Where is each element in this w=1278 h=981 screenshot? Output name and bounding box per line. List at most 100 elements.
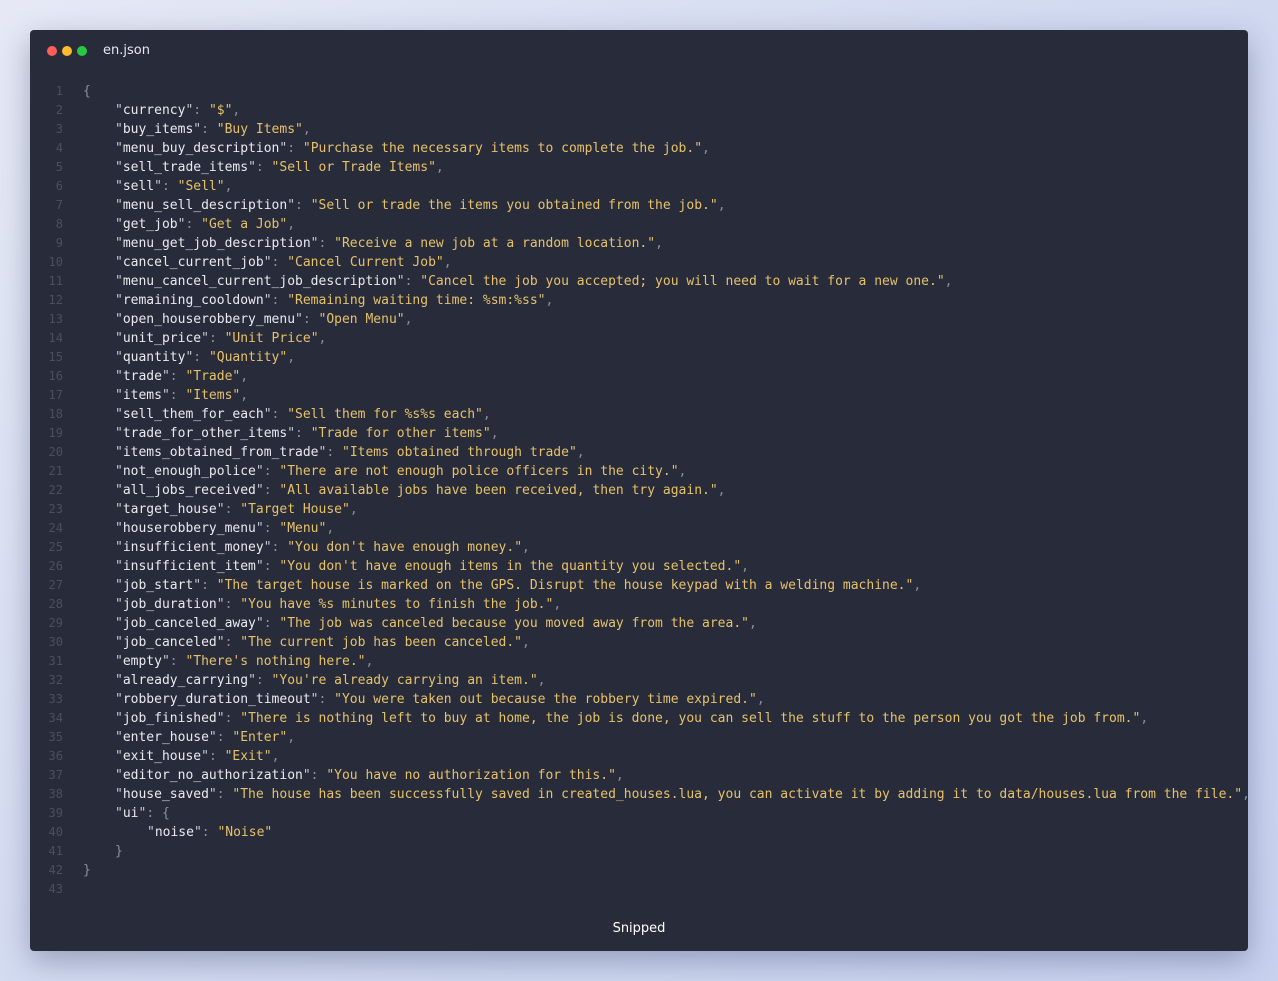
- minimize-window-button[interactable]: [62, 46, 72, 56]
- close-window-button[interactable]: [47, 46, 57, 56]
- line-content: "menu_sell_description": "Sell or trade …: [83, 196, 726, 215]
- line-number: 21: [48, 464, 63, 478]
- quote: ": [147, 825, 155, 840]
- code-line: 28 "job_duration": "You have %s minutes t…: [30, 595, 1248, 614]
- quote: ": [161, 388, 170, 403]
- code-line: 34 "job_finished": "There is nothing left…: [30, 709, 1248, 728]
- json-value: Sell or Trade Items: [279, 160, 429, 175]
- code-line: 22 "all_jobs_received": "All available jo…: [30, 481, 1248, 500]
- colon: :: [169, 654, 186, 669]
- comma: ,: [287, 350, 296, 365]
- quote: ": [193, 122, 202, 137]
- json-value: You have no authorization for this.: [334, 768, 609, 783]
- quote: ": [115, 255, 123, 270]
- json-value: Cancel Current Job: [295, 255, 436, 270]
- colon: :: [271, 540, 288, 555]
- json-value: Get a Job: [208, 217, 280, 232]
- code-line: 24 "houserobbery_menu": "Menu",: [30, 519, 1248, 538]
- line-number: 18: [48, 407, 63, 421]
- colon: :: [318, 692, 335, 707]
- json-value: You don't have enough money.: [295, 540, 515, 555]
- line-number: 27: [48, 578, 63, 592]
- colon: :: [193, 350, 209, 365]
- json-value: You have %s minutes to finish the job.: [248, 597, 546, 612]
- json-key: currency: [122, 103, 186, 118]
- quote: ": [936, 274, 945, 289]
- line-content: "items": "Items",: [83, 386, 248, 405]
- json-value: Menu: [287, 521, 319, 536]
- colon: :: [201, 122, 217, 137]
- line-number: 12: [48, 293, 63, 307]
- line-number: 30: [48, 635, 63, 649]
- line-content: "menu_get_job_description": "Receive a n…: [83, 234, 663, 253]
- quote: ": [115, 616, 123, 631]
- line-content: "empty": "There's nothing here.",: [83, 652, 373, 671]
- colon: :: [404, 274, 421, 289]
- code-area: 1{2 "currency": "$", 3 "buy_items": "Buy It…: [30, 82, 1248, 899]
- quote: ": [115, 635, 123, 650]
- line-number: 7: [55, 198, 63, 212]
- quote: ": [748, 692, 757, 707]
- quote: ": [310, 426, 319, 441]
- colon: :: [224, 711, 241, 726]
- json-value: Receive a new job at a random location.: [341, 236, 648, 251]
- quote: ": [326, 768, 335, 783]
- quote: ": [115, 464, 123, 479]
- colon: :: [326, 445, 342, 460]
- quote: ": [248, 673, 256, 688]
- colon: :: [310, 768, 327, 783]
- comma: ,: [302, 122, 311, 137]
- json-value: Trade: [193, 369, 233, 384]
- json-value: There's nothing here.: [193, 654, 358, 669]
- json-key: already_carrying: [122, 673, 249, 688]
- quote: ": [264, 825, 273, 840]
- line-number: 35: [48, 730, 63, 744]
- code-line: 19 "trade_for_other_items": "Trade for ot…: [30, 424, 1248, 443]
- line-content: "insufficient_item": "You don't have eno…: [83, 557, 749, 576]
- quote: ": [396, 312, 405, 327]
- code-line: 23 "target_house": "Target House",: [30, 500, 1248, 519]
- json-key: get_job: [122, 217, 178, 232]
- line-content: "job_canceled": "The current job has bee…: [83, 633, 530, 652]
- code-line: 6 "sell": "Sell",: [30, 177, 1248, 196]
- colon: :: [318, 236, 335, 251]
- quote: ": [115, 141, 123, 156]
- json-value: Items: [193, 388, 233, 403]
- line-content: "quantity": "Quantity",: [83, 348, 295, 367]
- quote: ": [310, 331, 319, 346]
- line-number: 26: [48, 559, 63, 573]
- comma: ,: [224, 179, 233, 194]
- json-key: trade: [122, 369, 162, 384]
- colon: :: [216, 787, 233, 802]
- colon: :: [263, 559, 280, 574]
- line-number: 42: [48, 863, 63, 877]
- json-value: Target House: [248, 502, 342, 517]
- maximize-window-button[interactable]: [77, 46, 87, 56]
- comma: ,: [522, 540, 530, 555]
- colon: :: [255, 160, 272, 175]
- quote: ": [302, 141, 311, 156]
- json-key: not_enough_police: [122, 464, 256, 479]
- colon: :: [169, 388, 186, 403]
- quote: ": [670, 464, 679, 479]
- json-key: menu_cancel_current_job_description: [122, 274, 397, 289]
- quote: ": [216, 635, 225, 650]
- json-value: You were taken out because the robbery t…: [341, 692, 749, 707]
- quote: ": [263, 293, 272, 308]
- json-value: Purchase the necessary items to complete…: [310, 141, 695, 156]
- comma: ,: [404, 312, 413, 327]
- quote: ": [216, 179, 225, 194]
- json-key: noise: [154, 825, 194, 840]
- comma: ,: [443, 255, 452, 270]
- code-line: 26 "insufficient_item": "You don't have e…: [30, 557, 1248, 576]
- quote: ": [201, 749, 209, 764]
- line-content: "remaining_cooldown": "Remaining waiting…: [83, 291, 553, 310]
- json-key: job_finished: [122, 711, 217, 726]
- colon: :: [208, 749, 225, 764]
- json-key: trade_for_other_items: [122, 426, 288, 441]
- json-key: editor_no_authorization: [122, 768, 303, 783]
- code-line: 12 "remaining_cooldown": "Remaining waiti…: [30, 291, 1248, 310]
- comma: ,: [349, 502, 358, 517]
- json-value: Unit Price: [232, 331, 311, 346]
- code-line: 29 "job_canceled_away": "The job was canc…: [30, 614, 1248, 633]
